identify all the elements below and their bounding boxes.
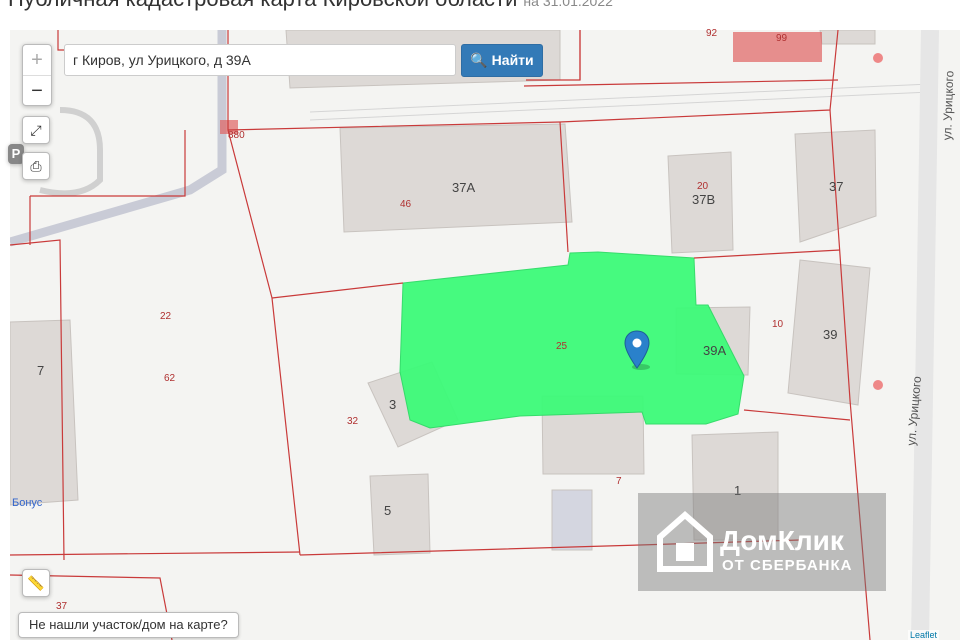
building-37a [339, 123, 573, 233]
cadastral-label-37: 37 [56, 601, 68, 612]
zoom-out-button[interactable]: − [23, 76, 51, 106]
domclick-watermark: ДомКлик ОТ СБЕРБАНКА [638, 493, 886, 591]
map-date: на 31.01.2022 [523, 0, 613, 9]
building-label-39a: 39А [703, 343, 727, 358]
selected-parcel[interactable] [399, 251, 745, 429]
cadastral-label-62: 62 [164, 373, 176, 384]
cadastral-label-880: 880 [228, 130, 245, 141]
cadastral-label-92: 92 [706, 28, 718, 39]
search-button[interactable]: 🔍 Найти [461, 44, 543, 77]
building-label-37v: 37В [692, 192, 716, 207]
cadastral-label-99: 99 [776, 33, 788, 44]
cadastral-label-7: 7 [616, 476, 622, 487]
building-5 [369, 473, 431, 556]
building-7 [10, 319, 79, 506]
building-label-37a: 37А [452, 180, 476, 195]
cadastral-label-22: 22 [160, 311, 172, 322]
cadastral-label-32: 32 [347, 416, 359, 427]
watermark-sub: ОТ СБЕРБАНКА [722, 557, 853, 574]
search-input[interactable] [64, 44, 456, 76]
measure-button[interactable]: 📏 [22, 569, 50, 597]
cadastral-label-20: 20 [697, 181, 709, 192]
zoom-control: + − [22, 44, 52, 106]
leaflet-attribution[interactable]: Leaflet [908, 630, 940, 640]
building-label-37: 37 [829, 179, 844, 194]
road-lines [309, 83, 931, 121]
search-icon: 🔍 [470, 52, 488, 68]
building-label-5: 5 [384, 503, 392, 518]
building-label-7: 7 [37, 363, 45, 378]
cadastral-label-10: 10 [772, 319, 784, 330]
location-marker-icon[interactable] [624, 330, 650, 370]
printer-icon: ⎙ [30, 158, 42, 174]
map-title: Публичная кадастровая карта Кировской об… [8, 0, 517, 11]
ruler-icon: 📏 [27, 575, 45, 591]
watermark-brand: ДомКлик [720, 525, 844, 556]
dot-2 [873, 380, 883, 390]
page-title: Публичная кадастровая карта Кировской об… [8, 0, 613, 14]
expand-icon: ⤢ [30, 122, 42, 138]
building-small [551, 489, 593, 551]
print-button[interactable]: ⎙ [22, 152, 50, 180]
poi-bonus[interactable]: Бонус [12, 497, 42, 509]
search-button-label: Найти [491, 52, 534, 68]
dot-1 [873, 53, 883, 63]
zoom-in-button[interactable]: + [23, 45, 51, 76]
street-label-uritskogo-north: ул. Урицкого [940, 70, 957, 141]
house-logo-icon [657, 511, 713, 572]
building-ne [819, 30, 876, 45]
building-label-3: 3 [389, 397, 397, 412]
not-found-button[interactable]: Не нашли участок/дом на карте? [18, 612, 239, 638]
building-label-39: 39 [823, 327, 838, 342]
cadastral-label-46: 46 [400, 199, 412, 210]
cadastral-label-25: 25 [556, 341, 568, 352]
fullscreen-button[interactable]: ⤢ [22, 116, 50, 144]
road-uritskogo [911, 30, 939, 640]
